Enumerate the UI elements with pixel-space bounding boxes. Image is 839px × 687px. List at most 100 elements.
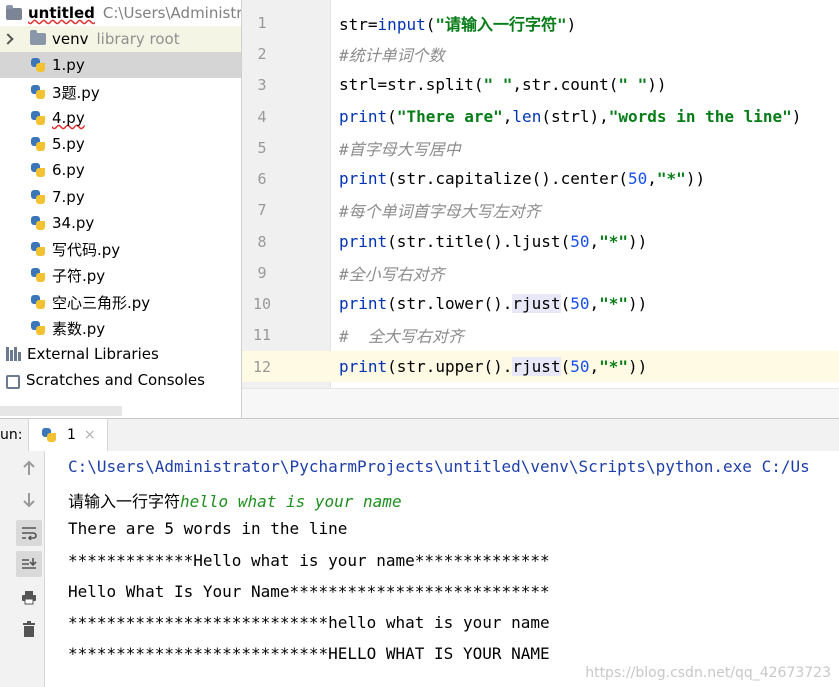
- console-user-input: hello what is your name: [180, 492, 402, 511]
- file-label: 34.py: [52, 214, 95, 232]
- tree-item-file[interactable]: 3题.py: [0, 79, 241, 105]
- library-icon: [6, 347, 21, 361]
- code-line[interactable]: 7 #每个单词首字母大写左对齐: [242, 194, 839, 225]
- line-number: 8: [257, 232, 267, 251]
- console-prompt: 请输入一行字符: [68, 492, 181, 511]
- run-label: un:: [0, 427, 23, 443]
- root-name: untitled: [28, 4, 95, 22]
- console-output: Hello What Is Your Name*****************…: [68, 582, 550, 601]
- python-file-icon: [30, 57, 46, 73]
- close-icon[interactable]: ×: [84, 427, 96, 443]
- run-tool-header: un: 1 ×: [0, 418, 839, 452]
- code-line[interactable]: 10 print(str.lower().rjust(50,"*")): [242, 288, 839, 319]
- arrow-up-icon[interactable]: [16, 455, 42, 481]
- code-line[interactable]: 5 #首字母大写居中: [242, 132, 839, 163]
- tree-item-external-libraries[interactable]: External Libraries: [0, 341, 241, 367]
- editor-bottom-area: [242, 388, 839, 418]
- tree-item-file[interactable]: 6.py: [0, 157, 241, 183]
- code-comment: #全小写右对齐: [339, 264, 445, 284]
- tree-item-file[interactable]: 写代码.py: [0, 236, 241, 262]
- tree-item-venv[interactable]: venv library root: [0, 26, 241, 52]
- soft-wrap-icon[interactable]: [16, 520, 42, 546]
- line-number: 6: [257, 169, 267, 188]
- code-comment: #首字母大写居中: [339, 139, 461, 159]
- code-text: print(str.lower().rjust(50,"*")): [339, 294, 648, 313]
- python-file-icon: [30, 215, 46, 231]
- code-text: print(str.title().ljust(50,"*")): [339, 232, 648, 251]
- console-output: *************Hello what is your name****…: [68, 551, 550, 570]
- code-line[interactable]: 1 str=input("请输入一行字符"): [242, 7, 839, 38]
- tree-item-file[interactable]: 34.py: [0, 210, 241, 236]
- tree-item-file[interactable]: 1.py: [0, 52, 241, 78]
- tree-item-file[interactable]: 空心三角形.py: [0, 289, 241, 315]
- code-comment: #统计单词个数: [339, 45, 445, 65]
- line-number: 10: [252, 294, 272, 313]
- chevron-right-icon[interactable]: [4, 34, 14, 44]
- tree-item-scratches[interactable]: Scratches and Consoles: [0, 367, 241, 393]
- run-tab[interactable]: 1 ×: [28, 419, 108, 451]
- file-label: 7.py: [52, 188, 85, 206]
- console-output: ***************************hello what is…: [68, 613, 550, 632]
- code-text: print("There are",len(strl),"words in th…: [339, 107, 802, 126]
- python-file-icon: [30, 320, 46, 336]
- venv-hint: library root: [96, 30, 180, 48]
- folder-icon: [30, 30, 46, 45]
- console-output: There are 5 words in the line: [68, 519, 348, 538]
- code-editor[interactable]: 1 str=input("请输入一行字符") 2 #统计单词个数 3 strl=…: [241, 0, 839, 418]
- line-number: 1: [257, 13, 267, 32]
- root-path: C:\Users\Administrat: [102, 4, 241, 22]
- code-line[interactable]: 8 print(str.title().ljust(50,"*")): [242, 226, 839, 257]
- line-number: 2: [257, 44, 267, 63]
- scroll-to-end-icon[interactable]: [16, 551, 42, 577]
- print-icon[interactable]: [16, 584, 42, 610]
- file-label: 5.py: [52, 135, 85, 153]
- run-console[interactable]: C:\Users\Administrator\PycharmProjects\u…: [45, 451, 839, 687]
- line-number: 3: [257, 75, 267, 94]
- code-text: print(str.capitalize().center(50,"*")): [339, 169, 706, 188]
- file-label: 素数.py: [52, 319, 106, 338]
- tree-item-file[interactable]: 素数.py: [0, 315, 241, 341]
- file-label: 4.py: [52, 109, 85, 127]
- scratches-label: Scratches and Consoles: [26, 371, 205, 389]
- code-line[interactable]: 2 #统计单词个数: [242, 38, 839, 69]
- python-file-icon: [30, 241, 46, 257]
- python-file-icon: [30, 136, 46, 152]
- code-line[interactable]: 4 print("There are",len(strl),"words in …: [242, 101, 839, 132]
- line-number: 11: [252, 325, 272, 344]
- console-output: ***************************HELLO WHAT IS…: [68, 644, 550, 663]
- tree-item-file[interactable]: 5.py: [0, 131, 241, 157]
- trash-icon[interactable]: [16, 616, 42, 642]
- line-number: 4: [257, 107, 267, 126]
- code-text: str=input("请输入一行字符"): [339, 14, 577, 34]
- tree-item-file[interactable]: 7.py: [0, 184, 241, 210]
- python-file-icon: [30, 162, 46, 178]
- horizontal-scrollbar[interactable]: [0, 406, 122, 416]
- watermark: https://blog.csdn.net/qq_42673723: [585, 665, 831, 681]
- python-icon: [41, 427, 57, 443]
- code-line[interactable]: 9 #全小写右对齐: [242, 257, 839, 288]
- line-number: 9: [257, 263, 267, 282]
- code-line-current[interactable]: 12 print(str.upper().rjust(50,"*")): [242, 351, 839, 382]
- external-libraries-label: External Libraries: [27, 345, 159, 363]
- console-command: C:\Users\Administrator\PycharmProjects\u…: [68, 457, 810, 476]
- scratches-icon: [6, 373, 20, 389]
- python-file-icon: [30, 267, 46, 283]
- python-file-icon: [30, 189, 46, 205]
- code-line[interactable]: 3 strl=str.split(" ",str.count(" ")): [242, 69, 839, 100]
- arrow-down-icon[interactable]: [16, 487, 42, 513]
- folder-icon: [6, 5, 22, 20]
- line-number: 12: [252, 357, 272, 376]
- code-line[interactable]: 11 # 全大写右对齐: [242, 319, 839, 350]
- code-line[interactable]: 6 print(str.capitalize().center(50,"*")): [242, 163, 839, 194]
- python-file-icon: [30, 294, 46, 310]
- run-tab-label: 1: [67, 427, 76, 443]
- file-label: 3题.py: [52, 83, 100, 102]
- tree-root-untitled[interactable]: untitled C:\Users\Administrat: [0, 0, 241, 26]
- code-comment: #每个单词首字母大写左对齐: [339, 201, 541, 221]
- tree-item-file[interactable]: 子符.py: [0, 262, 241, 288]
- code-comment: # 全大写右对齐: [339, 326, 464, 346]
- tree-item-file[interactable]: 4.py: [0, 105, 241, 131]
- console-prompt-line: 请输入一行字符hello what is your name: [68, 488, 402, 512]
- file-label: 子符.py: [52, 266, 106, 285]
- code-text: strl=str.split(" ",str.count(" ")): [339, 75, 667, 94]
